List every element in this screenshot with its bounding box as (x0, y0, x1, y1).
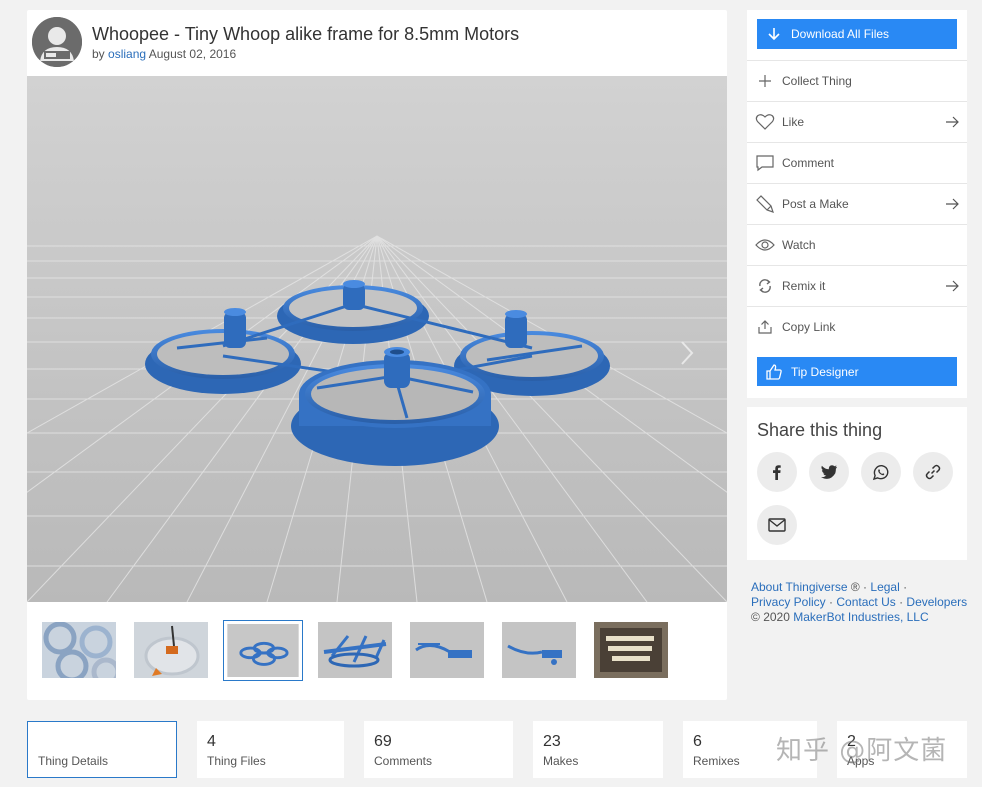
thumbnail[interactable] (318, 622, 392, 678)
share-card: Share this thing (747, 407, 967, 560)
eye-icon (747, 238, 782, 252)
tab-label: Remixes (693, 754, 740, 768)
remix-label: Remix it (782, 279, 826, 293)
chevron-right-icon (681, 341, 694, 365)
watch-button[interactable]: Watch (747, 224, 967, 265)
arrow-right-icon (937, 280, 967, 292)
frame-side-render-icon (318, 622, 392, 678)
watch-label: Watch (782, 238, 816, 252)
share-email-button[interactable] (757, 505, 797, 545)
like-button[interactable]: Like (747, 101, 967, 142)
thumbs-up-icon (757, 363, 791, 380)
comment-icon (747, 154, 782, 172)
company-link[interactable]: MakerBot Industries, LLC (793, 610, 928, 624)
heart-icon (747, 113, 782, 131)
page-title: Whoopee - Tiny Whoop alike frame for 8.5… (92, 24, 520, 44)
collect-thing-button[interactable]: Collect Thing (747, 60, 967, 101)
registered-mark: ® (850, 580, 860, 594)
facebook-icon (773, 465, 781, 480)
publish-date: August 02, 2016 (148, 47, 237, 61)
share-facebook-button[interactable] (757, 452, 797, 492)
download-label: Download All Files (791, 27, 890, 41)
collect-label: Collect Thing (782, 74, 852, 88)
thumbnail[interactable] (594, 622, 668, 678)
thumbnail[interactable] (410, 622, 484, 678)
copy-link-button[interactable]: Copy Link (747, 306, 967, 347)
privacy-link[interactable]: Privacy Policy (751, 595, 826, 609)
tab-count: 6 (693, 733, 702, 750)
propeller-guards-photo-icon (42, 622, 116, 678)
user-avatar-icon (32, 17, 82, 67)
tab-count: 4 (207, 733, 216, 750)
like-label: Like (782, 115, 805, 129)
remix-button[interactable]: Remix it (747, 265, 967, 306)
printed-frame-photo-icon (134, 622, 208, 678)
share-twitter-button[interactable] (809, 452, 849, 492)
developers-link[interactable]: Developers (906, 595, 967, 609)
twitter-icon (821, 465, 837, 479)
thumbnail[interactable] (502, 622, 576, 678)
byline: by osliang August 02, 2016 (92, 47, 236, 61)
comment-button[interactable]: Comment (747, 142, 967, 183)
tab-count: 23 (543, 733, 561, 750)
part-render-2-icon (502, 622, 576, 678)
text-poster-photo-icon (594, 622, 668, 678)
share-link-button[interactable] (913, 452, 953, 492)
share-icon (747, 319, 782, 335)
tab-label: Thing Details (38, 754, 109, 768)
watermark: 知乎 @阿文菌 (776, 736, 948, 766)
tab-label: Comments (374, 754, 433, 768)
share-title: Share this thing (757, 420, 883, 440)
frame-render-icon (227, 624, 299, 677)
thumbnail[interactable] (134, 622, 208, 678)
about-link[interactable]: About Thingiverse (751, 580, 848, 594)
remix-icon (747, 278, 782, 294)
thumbnail[interactable] (42, 622, 116, 678)
actions-card: Download All Files Collect Thing Like Co… (747, 10, 967, 398)
share-whatsapp-button[interactable] (861, 452, 901, 492)
copy-link-label: Copy Link (782, 320, 836, 334)
author-link[interactable]: osliang (108, 47, 146, 61)
arrow-right-icon (937, 116, 967, 128)
post-make-label: Post a Make (782, 197, 849, 211)
contact-link[interactable]: Contact Us (836, 595, 895, 609)
tip-designer-button[interactable]: Tip Designer (757, 357, 957, 386)
tab-label: Makes (543, 754, 579, 768)
copyright-year: 2020 (763, 610, 790, 624)
tab-count: 69 (374, 733, 392, 750)
make-icon (747, 194, 782, 214)
tip-label: Tip Designer (791, 364, 859, 379)
email-icon (768, 518, 786, 532)
avatar[interactable] (32, 17, 82, 67)
thumbnail-active[interactable] (223, 620, 303, 681)
tab-comments[interactable]: 69 Comments (364, 721, 513, 778)
copyright-symbol: © (751, 610, 760, 624)
part-render-icon (410, 622, 484, 678)
link-icon (925, 464, 941, 480)
byline-prefix: by (92, 47, 105, 61)
next-image-button[interactable] (677, 338, 697, 368)
whatsapp-icon (872, 464, 889, 481)
footer-links: About Thingiverse ® · Legal · Privacy Po… (751, 580, 968, 624)
tab-makes[interactable]: 23 Makes (533, 721, 663, 778)
legal-link[interactable]: Legal (870, 580, 899, 594)
model-viewer[interactable] (27, 76, 727, 602)
tab-label: Thing Files (207, 754, 266, 768)
download-all-button[interactable]: Download All Files (757, 19, 957, 49)
tab-thing-details[interactable]: Thing Details (27, 721, 177, 778)
model-render (27, 76, 727, 602)
post-make-button[interactable]: Post a Make (747, 183, 967, 224)
thing-card: Whoopee - Tiny Whoop alike frame for 8.5… (27, 10, 727, 700)
arrow-right-icon (937, 198, 967, 210)
comment-label: Comment (782, 156, 835, 170)
plus-icon (747, 74, 782, 88)
thumbnail-strip (27, 610, 727, 690)
tab-thing-files[interactable]: 4 Thing Files (197, 721, 344, 778)
download-icon (757, 27, 791, 41)
thing-header: Whoopee - Tiny Whoop alike frame for 8.5… (27, 10, 727, 76)
